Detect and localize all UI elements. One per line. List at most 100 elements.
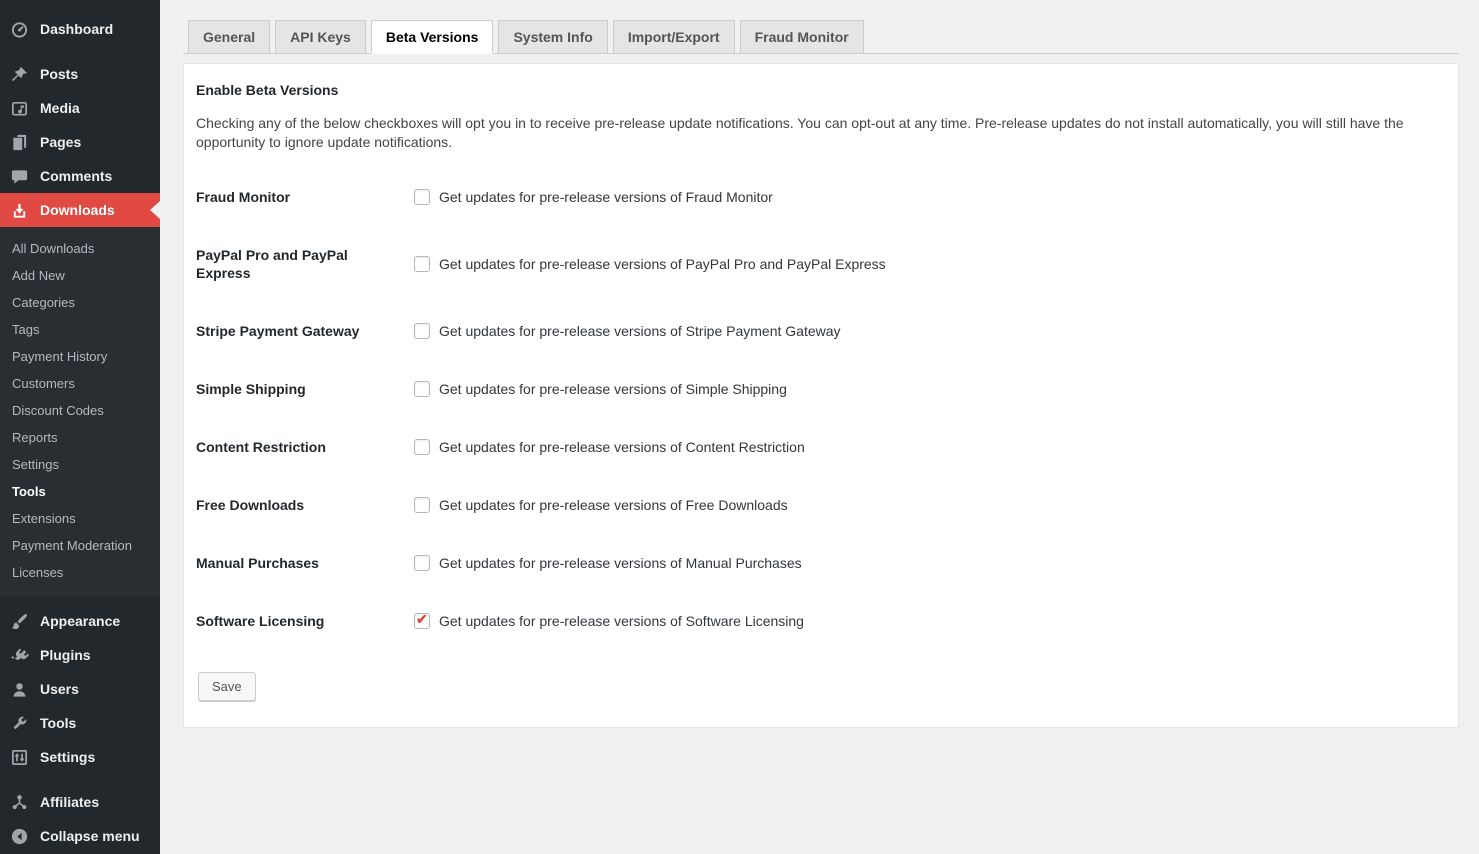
submenu-item-tools[interactable]: Tools (0, 478, 160, 505)
pages-icon (8, 132, 30, 152)
media-icon (8, 98, 30, 118)
sidebar-item-label: Settings (40, 749, 95, 765)
sidebar-item-label: Plugins (40, 647, 91, 663)
wrench-icon (8, 713, 30, 733)
submenu-item-categories[interactable]: Categories (0, 289, 160, 316)
submenu-item-settings[interactable]: Settings (0, 451, 160, 478)
sidebar-item-tools[interactable]: Tools (0, 706, 160, 740)
sidebar-separator (0, 774, 160, 785)
save-button[interactable]: Save (198, 672, 256, 701)
sidebar-separator (0, 46, 160, 57)
sidebar-item-users[interactable]: Users (0, 672, 160, 706)
sidebar-item-label: Dashboard (40, 21, 113, 37)
sidebar-item-label: Appearance (40, 613, 120, 629)
setting-label: Software Licensing (196, 592, 404, 650)
submenu-item-tags[interactable]: Tags (0, 316, 160, 343)
table-row: Content Restriction Get updates for pre-… (196, 418, 1438, 476)
sidebar-item-pages[interactable]: Pages (0, 125, 160, 159)
sidebar-item-label: Users (40, 681, 79, 697)
checkbox-label: Get updates for pre-release versions of … (439, 323, 841, 339)
sidebar-separator (0, 596, 160, 604)
tab-api-keys[interactable]: API Keys (275, 20, 366, 54)
share-network-icon (8, 792, 30, 812)
submenu-item-payment-moderation[interactable]: Payment Moderation (0, 532, 160, 559)
submenu-item-discount-codes[interactable]: Discount Codes (0, 397, 160, 424)
setting-label: Stripe Payment Gateway (196, 302, 404, 360)
panel-description: Checking any of the below checkboxes wil… (196, 114, 1411, 152)
settings-tabs: General API Keys Beta Versions System In… (183, 20, 1459, 54)
sidebar-item-settings[interactable]: Settings (0, 740, 160, 774)
sidebar-item-media[interactable]: Media (0, 91, 160, 125)
content-restriction-checkbox[interactable] (414, 439, 430, 455)
sidebar-item-label: Downloads (40, 202, 115, 218)
panel-heading: Enable Beta Versions (196, 82, 1438, 98)
sidebar-item-label: Media (40, 100, 80, 116)
checkbox-label: Get updates for pre-release versions of … (439, 497, 788, 513)
sidebar-item-comments[interactable]: Comments (0, 159, 160, 193)
pushpin-icon (8, 64, 30, 84)
checkbox-row[interactable]: Get updates for pre-release versions of … (414, 497, 1428, 513)
sidebar-item-label: Comments (40, 168, 112, 184)
collapse-arrow-icon (8, 826, 30, 846)
checkbox-row[interactable]: Get updates for pre-release versions of … (414, 613, 1428, 629)
table-row: Fraud Monitor Get updates for pre-releas… (196, 168, 1438, 226)
checkbox-row[interactable]: Get updates for pre-release versions of … (414, 555, 1428, 571)
sidebar-item-label: Collapse menu (40, 828, 140, 844)
manual-purchases-checkbox[interactable] (414, 555, 430, 571)
table-row: Simple Shipping Get updates for pre-rele… (196, 360, 1438, 418)
checkbox-row[interactable]: Get updates for pre-release versions of … (414, 256, 1428, 272)
dashboard-icon (8, 19, 30, 39)
setting-label: Content Restriction (196, 418, 404, 476)
sidebar-item-appearance[interactable]: Appearance (0, 604, 160, 638)
paintbrush-icon (8, 611, 30, 631)
checkbox-row[interactable]: Get updates for pre-release versions of … (414, 381, 1428, 397)
checkbox-row[interactable]: Get updates for pre-release versions of … (414, 189, 1428, 205)
setting-label: Free Downloads (196, 476, 404, 534)
submenu-item-extensions[interactable]: Extensions (0, 505, 160, 532)
sliders-icon (8, 747, 30, 767)
submenu-item-add-new[interactable]: Add New (0, 262, 160, 289)
beta-versions-panel: Enable Beta Versions Checking any of the… (183, 63, 1459, 728)
tab-import-export[interactable]: Import/Export (613, 20, 735, 54)
sidebar-item-label: Affiliates (40, 794, 99, 810)
stripe-payment-gateway-checkbox[interactable] (414, 323, 430, 339)
user-icon (8, 679, 30, 699)
tab-beta-versions[interactable]: Beta Versions (371, 20, 494, 54)
sidebar-item-downloads[interactable]: Downloads (0, 193, 160, 227)
submenu-item-payment-history[interactable]: Payment History (0, 343, 160, 370)
checkbox-row[interactable]: Get updates for pre-release versions of … (414, 323, 1428, 339)
admin-sidebar: Dashboard Posts Media Pages Comments Dow… (0, 0, 160, 854)
sidebar-item-affiliates[interactable]: Affiliates (0, 785, 160, 819)
sidebar-item-plugins[interactable]: Plugins (0, 638, 160, 672)
sidebar-item-label: Tools (40, 715, 76, 731)
setting-label: Fraud Monitor (196, 168, 404, 226)
checkbox-label: Get updates for pre-release versions of … (439, 613, 804, 629)
sidebar-item-posts[interactable]: Posts (0, 57, 160, 91)
checkbox-row[interactable]: Get updates for pre-release versions of … (414, 439, 1428, 455)
tab-general[interactable]: General (188, 20, 270, 54)
sidebar-item-label: Pages (40, 134, 81, 150)
software-licensing-checkbox[interactable] (414, 613, 430, 629)
checkbox-label: Get updates for pre-release versions of … (439, 381, 787, 397)
table-row: Free Downloads Get updates for pre-relea… (196, 476, 1438, 534)
submenu-item-licenses[interactable]: Licenses (0, 559, 160, 586)
free-downloads-checkbox[interactable] (414, 497, 430, 513)
submenu-item-all-downloads[interactable]: All Downloads (0, 235, 160, 262)
sidebar-item-collapse-menu[interactable]: Collapse menu (0, 819, 160, 853)
tab-system-info[interactable]: System Info (498, 20, 607, 54)
tab-fraud-monitor[interactable]: Fraud Monitor (740, 20, 864, 54)
setting-label: Manual Purchases (196, 534, 404, 592)
table-row: Software Licensing Get updates for pre-r… (196, 592, 1438, 650)
download-icon (8, 200, 30, 220)
paypal-pro-express-checkbox[interactable] (414, 256, 430, 272)
checkbox-label: Get updates for pre-release versions of … (439, 555, 802, 571)
beta-settings-table: Fraud Monitor Get updates for pre-releas… (196, 168, 1438, 650)
simple-shipping-checkbox[interactable] (414, 381, 430, 397)
sidebar-item-dashboard[interactable]: Dashboard (0, 12, 160, 46)
submenu-item-reports[interactable]: Reports (0, 424, 160, 451)
fraud-monitor-checkbox[interactable] (414, 189, 430, 205)
checkbox-label: Get updates for pre-release versions of … (439, 439, 805, 455)
table-row: PayPal Pro and PayPal Express Get update… (196, 226, 1438, 302)
submenu-item-customers[interactable]: Customers (0, 370, 160, 397)
main-content: General API Keys Beta Versions System In… (160, 0, 1479, 728)
